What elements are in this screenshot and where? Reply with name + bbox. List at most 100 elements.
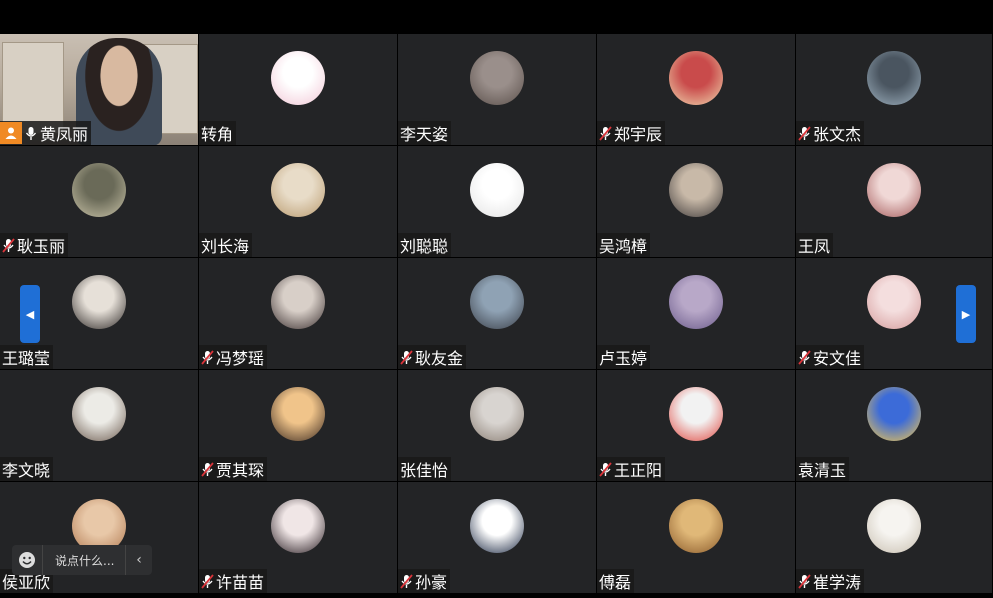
chevron-right-icon: ▶ [961,307,971,321]
avatar [271,163,325,217]
participant-tile[interactable]: 郑宇辰 [597,34,796,146]
participant-tile[interactable]: 袁清玉 [796,370,993,482]
participant-name: 吴鸿樟 [599,237,648,256]
participant-name-tag: 冯梦瑶 [199,345,268,369]
participant-name-tag: 安文佳 [796,345,865,369]
microphone-muted-icon [400,573,413,589]
participant-name: 张文杰 [813,125,862,144]
microphone-muted-icon [201,461,214,477]
participant-name-tag: 许苗苗 [199,569,268,593]
microphone-muted-icon [201,349,214,365]
chat-input[interactable]: 说点什么... [43,552,125,569]
microphone-muted-icon [599,125,612,141]
participant-name-tag: 贾其琛 [199,457,268,481]
participant-tile[interactable]: 王凤 [796,146,993,258]
avatar [271,275,325,329]
participant-name-tag: 吴鸿樟 [597,233,651,257]
avatar [669,499,723,553]
participant-tile[interactable]: 贾其琛 [199,370,398,482]
participant-name: 傅磊 [599,573,632,592]
avatar [470,275,524,329]
participant-name-tag: 崔学涛 [796,569,865,593]
avatar [669,387,723,441]
participant-tile[interactable]: 李天姿 [398,34,597,146]
participant-tile[interactable]: 傅磊 [597,482,796,594]
chevron-left-icon: ◀ [25,307,35,321]
participant-name-tag: 傅磊 [597,569,635,593]
participant-tile[interactable]: 刘聪聪 [398,146,597,258]
avatar [669,275,723,329]
participant-name: 李天姿 [400,125,449,144]
participant-name-tag: 王凤 [796,233,834,257]
microphone-muted-icon [798,349,811,365]
participant-name: 刘长海 [201,237,250,256]
avatar [470,163,524,217]
avatar [669,51,723,105]
participant-name-tag: 刘长海 [199,233,253,257]
avatar [669,163,723,217]
avatar [72,163,126,217]
participant-name-tag: 张佳怡 [398,457,452,481]
participant-name-tag: 王正阳 [597,457,666,481]
avatar [470,51,524,105]
chevron-left-icon[interactable]: ‹ [125,545,152,575]
microphone-muted-icon [798,573,811,589]
participant-tile[interactable]: 耿友金 [398,258,597,370]
participant-name-tag: 刘聪聪 [398,233,452,257]
next-page-button[interactable]: ▶ [956,285,976,343]
participant-name: 袁清玉 [798,461,847,480]
participant-name: 王正阳 [614,461,663,480]
participant-name: 耿友金 [415,349,464,368]
avatar [867,275,921,329]
participant-tile[interactable]: 张文杰 [796,34,993,146]
participant-tile[interactable]: 耿玉丽 [0,146,199,258]
avatar [470,387,524,441]
participant-tile[interactable]: 转角 [199,34,398,146]
avatar [867,163,921,217]
participant-tile[interactable]: 崔学涛 [796,482,993,594]
participant-tile[interactable]: 吴鸿樟 [597,146,796,258]
smile-icon[interactable] [12,545,43,575]
participant-name-tag: 李天姿 [398,121,452,145]
participant-tile[interactable]: 侯亚欣 [0,482,199,594]
participant-tile[interactable]: 许苗苗 [199,482,398,594]
participant-name: 贾其琛 [216,461,265,480]
avatar [867,387,921,441]
microphone-icon [25,126,37,141]
microphone-muted-icon [201,573,214,589]
chat-input-bar[interactable]: 说点什么... ‹ [12,545,152,575]
participant-name: 王璐莹 [2,349,51,368]
participant-tile[interactable]: 黄凤丽 [0,34,199,146]
participant-name: 黄凤丽 [40,125,89,144]
participant-tile[interactable]: 卢玉婷 [597,258,796,370]
microphone-muted-icon [2,237,15,253]
avatar [867,51,921,105]
participant-name: 冯梦瑶 [216,349,265,368]
microphone-muted-icon [599,461,612,477]
participant-name: 李文晓 [2,461,51,480]
participant-name: 耿玉丽 [17,237,66,256]
participant-name-tag: 转角 [199,121,237,145]
microphone-muted-icon [400,349,413,365]
participant-tile[interactable]: 孙豪 [398,482,597,594]
participant-tile[interactable]: 刘长海 [199,146,398,258]
participant-tile[interactable]: 李文晓 [0,370,199,482]
host-icon [0,122,22,144]
avatar [271,51,325,105]
microphone-muted-icon [798,125,811,141]
participant-grid: 黄凤丽 转角 李天姿 郑宇辰 张文杰耿玉丽 刘长海 刘聪聪 吴鸿樟 王凤王璐莹 冯梦瑶 耿友金 卢玉婷… [0,34,993,598]
participant-name: 卢玉婷 [599,349,648,368]
participant-tile[interactable]: 冯梦瑶 [199,258,398,370]
participant-name: 张佳怡 [400,461,449,480]
avatar [72,387,126,441]
participant-name-tag: 袁清玉 [796,457,850,481]
participant-name-tag: 张文杰 [796,121,865,145]
participant-name: 崔学涛 [813,573,862,592]
prev-page-button[interactable]: ◀ [20,285,40,343]
avatar [271,499,325,553]
participant-name: 安文佳 [813,349,862,368]
participant-name: 许苗苗 [216,573,265,592]
participant-tile[interactable]: 王正阳 [597,370,796,482]
participant-name: 孙豪 [415,573,448,592]
participant-tile[interactable]: 张佳怡 [398,370,597,482]
